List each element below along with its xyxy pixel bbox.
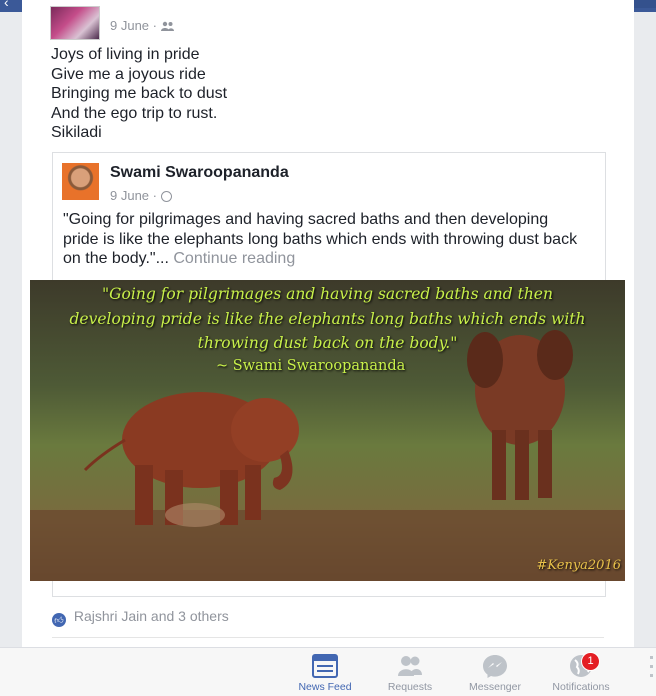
- meta-separator: ·: [152, 18, 158, 33]
- back-arrow-icon[interactable]: ‹: [4, 0, 9, 10]
- like-icon: 👍︎: [52, 613, 66, 627]
- tab-label: News Feed: [298, 681, 352, 693]
- photo-quote-line: "Going for pilgrimages and having sacred…: [102, 285, 553, 303]
- post-line: Bringing me back to dust: [51, 85, 228, 102]
- tab-notifications[interactable]: 1 Notifications: [541, 648, 621, 696]
- reactions-text[interactable]: Rajshri Jain and 3 others: [74, 608, 229, 624]
- globe-icon: [160, 191, 172, 202]
- tab-news-feed[interactable]: News Feed: [285, 648, 365, 696]
- tab-label: Requests: [387, 681, 433, 693]
- post-author-avatar[interactable]: [50, 6, 100, 40]
- bottom-tab-bar: News Feed Requests Messenger 1 Notificat…: [0, 647, 656, 696]
- shared-author-avatar[interactable]: [62, 163, 99, 200]
- tab-requests[interactable]: Requests: [370, 648, 450, 696]
- divider: [52, 637, 604, 638]
- post-meta: 9 June ·: [110, 18, 174, 33]
- requests-icon: [398, 656, 422, 676]
- post-line: And the ego trip to rust.: [51, 104, 218, 122]
- post-date[interactable]: 9 June: [110, 18, 149, 33]
- shared-post-meta: 9 June ·: [110, 188, 172, 203]
- messenger-icon: [483, 655, 507, 678]
- post-line: Sikiladi: [51, 124, 102, 141]
- photo-watermark: #Kenya2016: [536, 558, 622, 573]
- more-menu-icon[interactable]: [650, 656, 653, 678]
- shared-author-name[interactable]: Swami Swaroopananda: [110, 164, 289, 182]
- tab-label: Messenger: [469, 681, 521, 693]
- post-body-text: Joys of living in pride Give me a joyous…: [51, 45, 227, 143]
- shared-post-text: "Going for pilgrimages and having sacred…: [63, 210, 583, 269]
- shared-photo[interactable]: "Going for pilgrimages and having sacred…: [30, 280, 625, 581]
- shared-quote: "Going for pilgrimages and having sacred…: [63, 211, 578, 268]
- photo-author-credit: ~ Swami Swaroopananda: [216, 358, 406, 374]
- reactions-summary[interactable]: 👍︎ Rajshri Jain and 3 others: [52, 608, 229, 627]
- tab-label: Notifications: [552, 681, 610, 693]
- friends-icon: [160, 21, 174, 31]
- meta-separator: ·: [152, 188, 158, 203]
- photo-quote-text: "Going for pilgrimages and having sacred…: [30, 282, 625, 356]
- photo-quote-line: throwing dust back on the body.": [197, 334, 458, 352]
- continue-reading-link[interactable]: Continue reading: [173, 250, 295, 267]
- shared-post-date[interactable]: 9 June: [110, 188, 149, 203]
- post-line: Give me a joyous ride: [51, 65, 206, 83]
- news-feed-icon: [312, 654, 338, 678]
- post-line: Joys of living in pride: [51, 46, 200, 63]
- notification-badge: 1: [581, 652, 600, 671]
- photo-quote-line: developing pride is like the elephants l…: [69, 309, 586, 328]
- tab-messenger[interactable]: Messenger: [455, 648, 535, 696]
